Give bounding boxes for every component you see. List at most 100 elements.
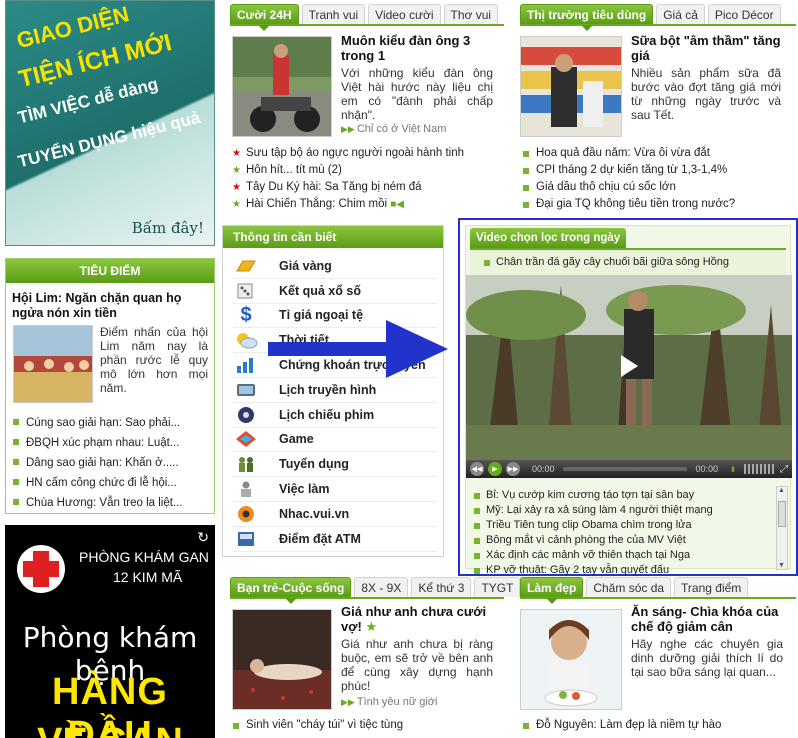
current-video-title: Chân trần đá gãy cây chuối bãi giữa sông…	[484, 256, 729, 268]
info-item-gia-vang[interactable]: Giá vàng	[233, 254, 437, 279]
info-item-xo-so[interactable]: Kết quả xổ số	[233, 279, 437, 304]
tab-tho-vui[interactable]: Thơ vui	[443, 4, 499, 24]
list-item[interactable]: Đỗ Nguyên: Làm đẹp là niềm tự hào	[522, 717, 792, 734]
recruitment-banner-ad[interactable]: GIAO DIỆN TIỆN ÍCH MỚI TÌM VIỆC dễ dàng …	[5, 0, 215, 246]
list-item[interactable]: Hoa quả đầu năm: Vừa ôi vừa đắt	[522, 145, 792, 162]
tab-tranh-vui[interactable]: Tranh vui	[301, 4, 366, 24]
list-item[interactable]: Mỹ: Lại xảy ra xả súng làm 4 người thiệt…	[474, 503, 774, 518]
focus-title: TIÊU ĐIỂM	[6, 259, 214, 283]
market-summary: Nhiều sản phẩm sữa đã bước vào đợt tăng …	[631, 66, 781, 122]
list-item[interactable]: Bông mắt vì cảnh phòng the của MV Việt	[474, 533, 774, 548]
funny-headline[interactable]: Muôn kiểu đàn ông 3 trong 1	[341, 33, 493, 63]
fullscreen-icon[interactable]: ⤢	[780, 464, 788, 475]
video-list: Bỉ: Vụ cướp kim cương táo tợn tại sân ba…	[474, 488, 774, 578]
scroll-up-icon[interactable]: ▲	[778, 487, 785, 494]
list-item[interactable]: Bỉ: Vụ cướp kim cương táo tợn tại sân ba…	[474, 488, 774, 503]
list-item[interactable]: Triều Tiên tung clip Obama chìm trong lử…	[474, 518, 774, 533]
progress-bar[interactable]	[562, 467, 688, 471]
tab-lam-dep[interactable]: Làm đẹp	[520, 577, 584, 604]
list-item[interactable]: Dâng sao giải hạn: Khấn ở.....	[12, 453, 208, 473]
beauty-tabs: Làm đẹp Chăm sóc da Trang điểm	[520, 577, 796, 604]
info-item-viec-lam[interactable]: Việc làm	[233, 477, 437, 502]
info-item-atm[interactable]: Điểm đặt ATM	[233, 527, 437, 552]
list-item[interactable]: Sưu tập bộ áo ngực người ngoài hành tinh	[232, 145, 502, 162]
info-item-game[interactable]: Game	[233, 428, 437, 453]
volume-slider[interactable]	[744, 464, 774, 474]
play-button-icon[interactable]: ▶	[488, 462, 502, 476]
beauty-headline[interactable]: Ăn sáng- Chìa khóa của chế độ giảm cân	[631, 604, 783, 634]
list-item[interactable]: Hôn hít... tít mù (2)	[232, 162, 502, 179]
list-item[interactable]: Cúng sao giải hạn: Sao phải...	[12, 413, 208, 433]
tab-pico-decor[interactable]: Pico Décor	[707, 4, 781, 24]
tab-8x-9x[interactable]: 8X - 9X	[354, 577, 409, 597]
list-item[interactable]: HN cấm công chức đi lễ hội...	[12, 473, 208, 493]
market-headline[interactable]: Sữa bột "âm thầm" tăng giá	[631, 33, 781, 63]
video-list-scrollbar[interactable]: ▲ ▼	[776, 486, 788, 570]
funny-more-link[interactable]: ▶▶ Chỉ có ở Việt Nam	[341, 123, 446, 135]
info-item-nhac[interactable]: Nhac.vui.vn	[233, 502, 437, 527]
medical-cross-icon	[17, 545, 65, 593]
video-tab-title[interactable]: Video chọn lọc trong ngày	[470, 228, 627, 248]
video-player[interactable]	[466, 275, 792, 478]
tv-icon	[233, 380, 259, 400]
tab-gia-ca[interactable]: Giá cả	[656, 4, 705, 24]
focus-headline[interactable]: Hội Lim: Ngăn chặn quan họ ngửa nón xin …	[12, 291, 210, 321]
tab-ke-thu-3[interactable]: Kể thứ 3	[411, 577, 472, 597]
youth-tabs: Bạn trẻ-Cuộc sống 8X - 9X Kể thứ 3 TYGT	[230, 577, 521, 604]
rewind-icon[interactable]: ◀◀	[470, 462, 484, 476]
youth-headline[interactable]: Giá như anh chưa cưới vợ! ★	[341, 604, 493, 634]
focus-thumbnail[interactable]	[13, 325, 93, 403]
info-item-label: Kết quả xổ số	[279, 283, 361, 298]
list-item[interactable]: Sinh viên "cháy túi" vì tiệc tùng	[232, 717, 502, 734]
tab-trang-diem[interactable]: Trang điểm	[674, 577, 749, 597]
current-video-row[interactable]: Chân trần đá gãy cây chuối bãi giữa sông…	[470, 248, 786, 275]
refresh-icon[interactable]: ↻	[197, 529, 209, 546]
list-item[interactable]: ĐBQH xúc phạm nhau: Luật...	[12, 433, 208, 453]
list-item[interactable]: Tây Du Ký hài: Sa Tăng bị ném đá	[232, 179, 502, 196]
tab-cuoi-24h[interactable]: Cười 24H	[230, 4, 299, 31]
youth-thumbnail[interactable]	[232, 609, 332, 710]
double-arrow-icon: ▶▶	[341, 124, 355, 134]
list-item[interactable]: Hài Chiến Thắng: Chim mồi ■◀	[232, 196, 502, 213]
tab-thi-truong[interactable]: Thị trường tiêu dùng	[520, 4, 654, 31]
beauty-thumbnail[interactable]	[520, 609, 622, 710]
volume-icon[interactable]: ▮	[726, 462, 740, 476]
info-item-tuyen-dung[interactable]: Tuyển dụng	[233, 452, 437, 478]
list-item-label: Hài Chiến Thắng: Chim mồi	[246, 198, 388, 210]
tab-video-cuoi[interactable]: Video cười	[368, 4, 441, 24]
info-item-label: Lịch chiếu phim	[279, 407, 375, 422]
tab-tygt[interactable]: TYGT	[474, 577, 521, 597]
funny-thumbnail[interactable]	[232, 36, 332, 137]
youth-headline-label: Giá như anh chưa cưới vợ!	[341, 604, 487, 634]
current-video-label: Chân trần đá gãy cây chuối bãi giữa sông…	[496, 256, 730, 268]
youth-more-label: Tình yêu nữ giới	[356, 696, 438, 708]
tab-cham-soc-da[interactable]: Chăm sóc da	[586, 577, 672, 597]
beauty-list: Đỗ Nguyên: Làm đẹp là niềm tự hào	[522, 717, 792, 734]
list-item[interactable]: Đại gia TQ không tiêu tiền trong nước?	[522, 196, 792, 213]
info-item-truyen-hinh[interactable]: Lịch truyền hình	[233, 378, 437, 403]
funny-more-label: Chỉ có ở Việt Nam	[356, 123, 447, 135]
clinic-banner-ad[interactable]: ↻ PHÒNG KHÁM GAN 12 KIM MÃ Phòng khám bệ…	[5, 525, 215, 738]
dice-icon	[233, 281, 259, 301]
banner-cta[interactable]: Bấm đây!	[132, 219, 204, 237]
play-icon[interactable]	[621, 355, 638, 377]
list-item[interactable]: KP vỡ thuật: Gãy 2 tay vẫn quyết đấu	[474, 563, 774, 578]
funny-tabs: Cười 24H Tranh vui Video cười Thơ vui	[230, 4, 504, 31]
list-item[interactable]: CPI tháng 2 dự kiến tăng từ 1,3-1,4%	[522, 162, 792, 179]
scroll-down-icon[interactable]: ▼	[778, 562, 785, 569]
list-item[interactable]: Giá dầu thô chịu cú sốc lớn	[522, 179, 792, 196]
funny-list: Sưu tập bộ áo ngực người ngoài hành tinh…	[232, 145, 502, 213]
info-item-chieu-phim[interactable]: Lịch chiếu phim	[233, 403, 437, 428]
market-thumbnail[interactable]	[520, 36, 622, 137]
tab-ban-tre[interactable]: Bạn trẻ-Cuộc sống	[230, 577, 352, 604]
list-item[interactable]: Xác định các mảnh vỡ thiên thạch tại Nga	[474, 548, 774, 563]
market-tabs: Thị trường tiêu dùng Giá cả Pico Décor	[520, 4, 796, 31]
forward-icon[interactable]: ▶▶	[506, 462, 520, 476]
recruit-icon	[233, 454, 259, 474]
clinic-name: PHÒNG KHÁM GAN	[79, 549, 209, 565]
scrollbar-thumb[interactable]	[778, 501, 786, 527]
focus-summary: Điểm nhấn của hội Lim năm nay là phần rư…	[100, 325, 208, 395]
list-item[interactable]: Chùa Hương: Vẫn treo la liệt...	[12, 493, 208, 513]
useful-info-box: Thông tin cần biết Giá vàng Kết quả xổ s…	[222, 225, 444, 557]
youth-more-link[interactable]: ▶▶ Tình yêu nữ giới	[341, 696, 437, 708]
